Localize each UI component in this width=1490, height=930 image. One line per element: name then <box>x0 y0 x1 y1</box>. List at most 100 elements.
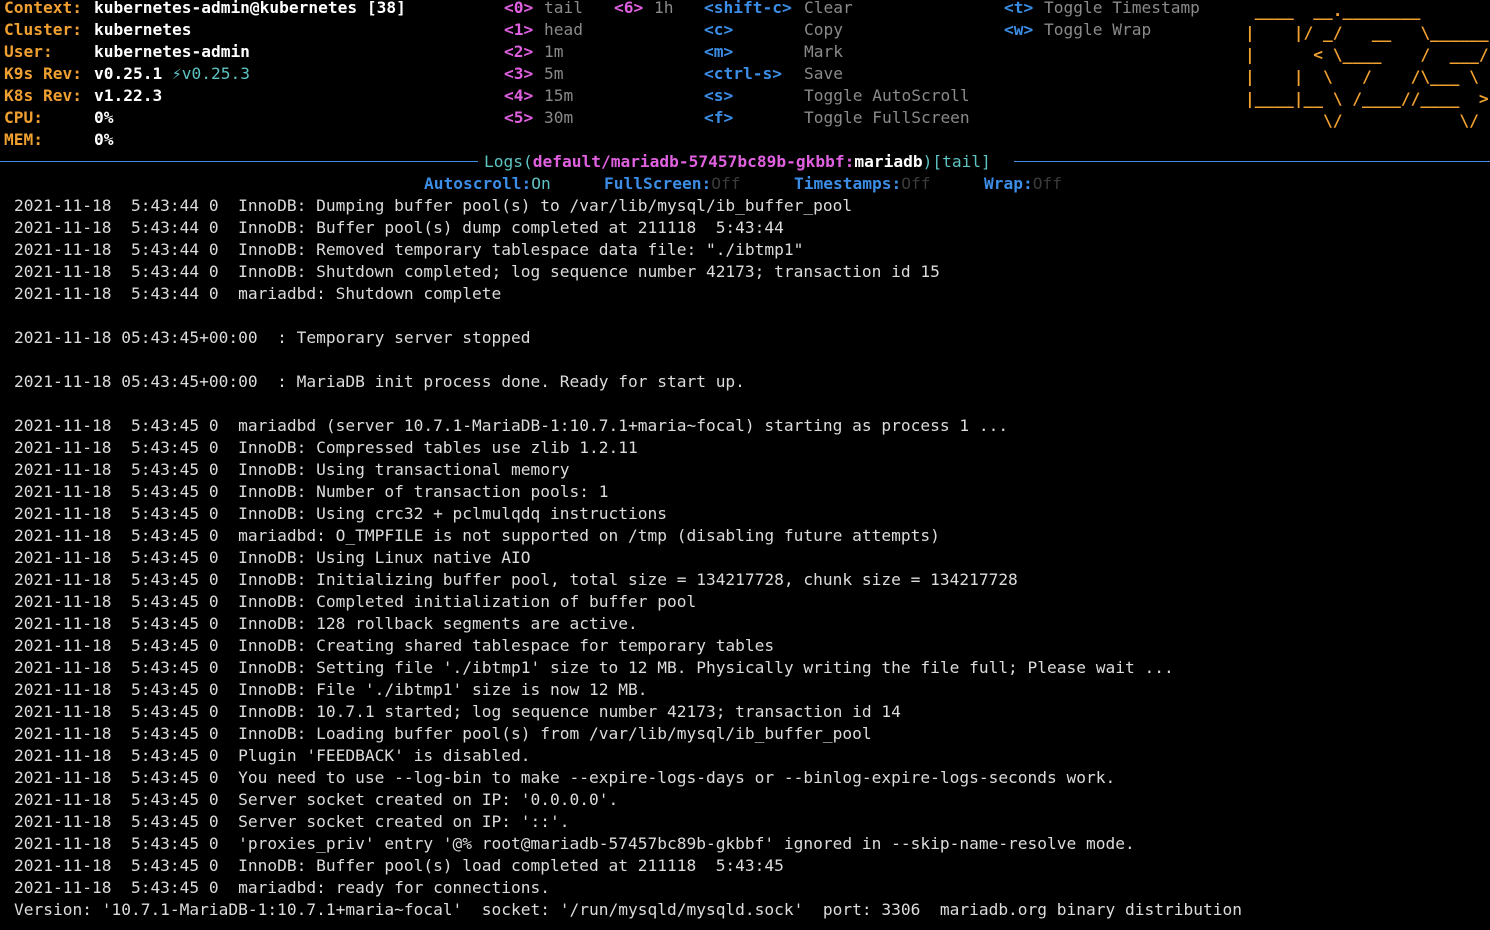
hotkey-key: <f> <box>704 108 734 127</box>
hotkey-key: <w> <box>1004 20 1034 39</box>
log-line: 2021-11-18 5:43:44 0 InnoDB: Dumping buf… <box>14 196 853 215</box>
update-available: ⚡v0.25.3 <box>171 64 250 83</box>
info-value: kubernetes-admin <box>94 42 250 61</box>
info-row-mem: MEM: 0% <box>4 129 114 151</box>
info-key: Cluster: <box>4 20 82 39</box>
log-line: 2021-11-18 5:43:45 0 InnoDB: Setting fil… <box>14 658 1174 677</box>
hotkey-label: tail <box>544 0 583 17</box>
hotkey-copy[interactable]: <c> Copy <box>704 19 843 41</box>
hotkey-label: 5m <box>544 64 564 83</box>
status-value: Off <box>1032 174 1062 193</box>
hotkey-label: Toggle AutoScroll <box>804 86 970 105</box>
hotkey-key: <6> <box>614 0 644 17</box>
log-line: 2021-11-18 5:43:45 0 InnoDB: 10.7.1 star… <box>14 702 901 721</box>
hotkey-key: <shift-c> <box>704 0 792 17</box>
log-line: 2021-11-18 5:43:45 0 mariadbd: ready for… <box>14 878 551 897</box>
hotkey-1m[interactable]: <2> 1m <box>504 41 564 63</box>
info-row-k9s-rev: K9s Rev: v0.25.1 ⚡v0.25.3 <box>4 63 250 85</box>
log-line: Version: '10.7.1-MariaDB-1:10.7.1+maria~… <box>14 900 1242 919</box>
status-key: Wrap: <box>984 174 1033 193</box>
hotkey-30m[interactable]: <5> 30m <box>504 107 573 129</box>
status-key: FullScreen: <box>604 174 712 193</box>
hotkey-save[interactable]: <ctrl-s> Save <box>704 63 843 85</box>
logo-line: \/ \/ <box>1245 111 1489 130</box>
logo-line: | < \____ / ___/ <box>1245 45 1489 64</box>
title-suffix: ) <box>922 152 933 171</box>
log-line: 2021-11-18 5:43:45 0 InnoDB: Number of t… <box>14 482 609 501</box>
hotkey-1h[interactable]: <6> 1h <box>614 0 674 19</box>
hotkey-toggle-fullscreen[interactable]: <f> Toggle FullScreen <box>704 107 970 129</box>
log-line: 2021-11-18 5:43:45 0 InnoDB: Initializin… <box>14 570 1018 589</box>
hotkey-key: <m> <box>704 42 734 61</box>
hotkey-key: <1> <box>504 20 534 39</box>
hotkey-key: <4> <box>504 86 534 105</box>
hotkey-toggle-timestamp[interactable]: <t> Toggle Timestamp <box>1004 0 1200 19</box>
hotkey-toggle-wrap[interactable]: <w> Toggle Wrap <box>1004 19 1151 41</box>
status-value: Off <box>901 174 931 193</box>
hotkey-label: 15m <box>544 86 574 105</box>
log-view[interactable]: 2021-11-18 5:43:44 0 InnoDB: Dumping buf… <box>14 195 1242 921</box>
log-line: 2021-11-18 5:43:45 0 InnoDB: Loading buf… <box>14 724 872 743</box>
title-container: mariadb <box>854 152 923 171</box>
log-line: 2021-11-18 5:43:45 0 Server socket creat… <box>14 812 570 831</box>
log-line: 2021-11-18 05:43:45+00:00 : MariaDB init… <box>14 372 745 391</box>
log-line: 2021-11-18 5:43:45 0 InnoDB: Buffer pool… <box>14 856 784 875</box>
info-value: kubernetes <box>94 20 192 39</box>
log-line: 2021-11-18 5:43:45 0 InnoDB: Compressed … <box>14 438 638 457</box>
info-key: K8s Rev: <box>4 86 82 105</box>
logo-line: |____|__ \ /____//____ > <box>1245 89 1489 108</box>
title-rule-left <box>0 161 478 162</box>
status-value: On <box>531 174 551 193</box>
logo-line: ____ __.________ <box>1245 1 1490 20</box>
title-rule-right <box>1014 161 1490 162</box>
info-key: User: <box>4 42 53 61</box>
info-value: v1.22.3 <box>94 86 163 105</box>
hotkey-head[interactable]: <1> head <box>504 19 583 41</box>
hotkey-label: Clear <box>804 0 853 17</box>
hotkey-label: Mark <box>804 42 843 61</box>
log-line: 2021-11-18 5:43:45 0 Plugin 'FEEDBACK' i… <box>14 746 531 765</box>
log-line: 2021-11-18 5:43:44 0 mariadbd: Shutdown … <box>14 284 502 303</box>
status-key: Timestamps: <box>794 174 902 193</box>
hotkey-mark[interactable]: <m> Mark <box>704 41 843 63</box>
log-line: 2021-11-18 5:43:45 0 InnoDB: Using Linux… <box>14 548 531 567</box>
hotkey-label: Save <box>804 64 843 83</box>
hotkey-label: Copy <box>804 20 843 39</box>
status-autoscroll: Autoscroll:On <box>424 173 551 195</box>
hotkey-tail[interactable]: <0> tail <box>504 0 583 19</box>
info-value: 0% <box>94 108 114 127</box>
hotkey-key: <t> <box>1004 0 1034 17</box>
info-value: 0% <box>94 130 114 149</box>
hotkey-key: <ctrl-s> <box>704 64 782 83</box>
log-line: 2021-11-18 05:43:45+00:00 : Temporary se… <box>14 328 531 347</box>
hotkey-clear[interactable]: <shift-c> Clear <box>704 0 853 19</box>
info-key: CPU: <box>4 108 43 127</box>
hotkey-15m[interactable]: <4> 15m <box>504 85 573 107</box>
logo-line: | |/ _/ __ \______ <box>1245 23 1489 42</box>
hotkey-toggle-autoscroll[interactable]: <s> Toggle AutoScroll <box>704 85 970 107</box>
log-line: 2021-11-18 5:43:45 0 You need to use --l… <box>14 768 1116 787</box>
info-value: kubernetes-admin@kubernetes [38] <box>94 0 406 17</box>
hotkey-label: 1h <box>654 0 674 17</box>
hotkey-key: <0> <box>504 0 534 17</box>
hotkey-label: Toggle Timestamp <box>1044 0 1200 17</box>
hotkey-5m[interactable]: <3> 5m <box>504 63 564 85</box>
info-key: K9s Rev: <box>4 64 82 83</box>
hotkey-label: Toggle FullScreen <box>804 108 970 127</box>
hotkey-label: 30m <box>544 108 574 127</box>
log-line: 2021-11-18 5:43:45 0 Server socket creat… <box>14 790 619 809</box>
hotkey-key: <c> <box>704 20 734 39</box>
log-line: 2021-11-18 5:43:45 0 InnoDB: Creating sh… <box>14 636 775 655</box>
info-row-cluster: Cluster: kubernetes <box>4 19 191 41</box>
log-line: 2021-11-18 5:43:45 0 InnoDB: File './ibt… <box>14 680 648 699</box>
info-key: Context: <box>4 0 82 17</box>
logs-title: Logs(default/mariadb-57457bc89b-gkbbf:ma… <box>484 151 991 173</box>
title-prefix: Logs( <box>484 152 533 171</box>
hotkey-label: head <box>544 20 583 39</box>
info-row-user: User: kubernetes-admin <box>4 41 250 63</box>
info-row-context: Context: kubernetes-admin@kubernetes [38] <box>4 0 406 19</box>
log-line: 2021-11-18 5:43:45 0 mariadbd: O_TMPFILE… <box>14 526 940 545</box>
